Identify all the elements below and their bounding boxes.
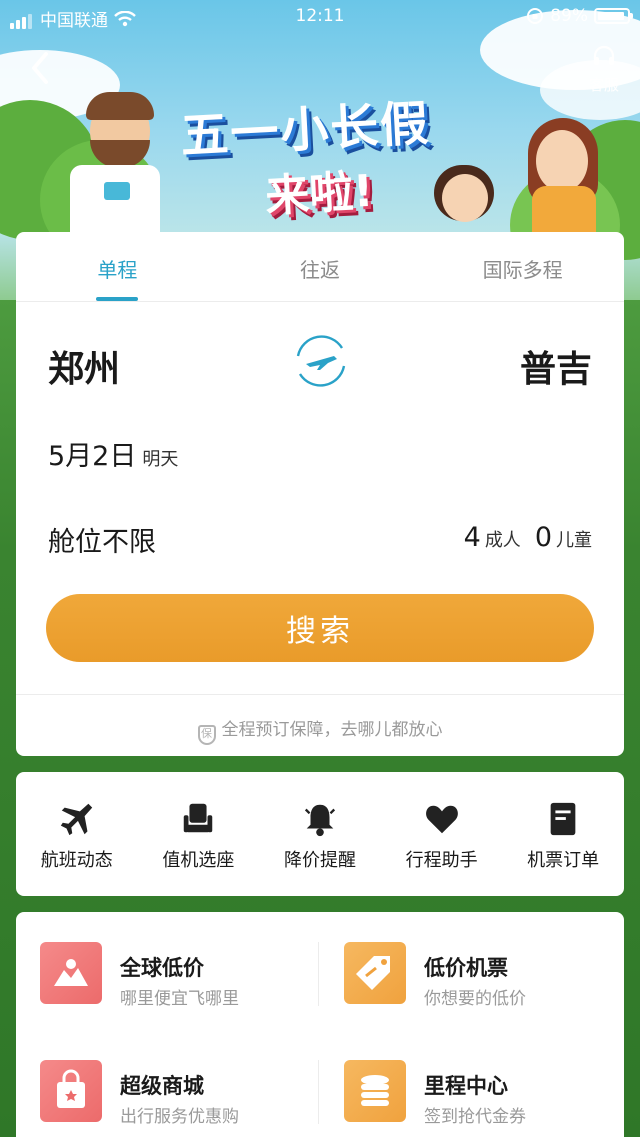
tag-icon [344,942,406,1004]
shield-icon: 保 [197,725,216,745]
status-bar: 中国联通 12:11 89% [0,0,640,34]
battery-icon [594,8,633,24]
service-super-mall[interactable]: 超级商城 出行服务优惠购 [16,1030,296,1127]
action-trip-assistant[interactable]: 行程助手 [381,800,503,896]
arrival-city[interactable]: 普吉 [520,340,592,392]
passenger-selector[interactable]: 4 成人 0 儿童 [450,522,592,553]
shopping-bag-icon [40,1060,102,1122]
service-label: 客服 [588,76,619,94]
tab-multi-city[interactable]: 国际多程 [421,232,624,301]
service-subtitle: 哪里便宜飞哪里 [120,989,239,1009]
headset-icon [593,45,615,65]
cabin-class-selector[interactable]: 舱位不限 [48,520,156,559]
promo-title: 五一小长假 来啦! [179,95,432,223]
route-selector: 郑州 普吉 [16,302,624,422]
plane-icon [60,803,92,836]
departure-date: 5月2日 [48,441,137,472]
adult-count: 4 [463,522,481,553]
service-title: 里程中心 [424,1074,508,1098]
heart-icon [425,805,458,834]
back-button[interactable] [22,48,62,88]
search-button[interactable]: 搜索 [46,594,594,662]
action-check-in[interactable]: 值机选座 [138,800,260,896]
cabin-passenger-row: 舱位不限 4 成人 0 儿童 [48,520,592,559]
service-subtitle: 签到抢代金券 [424,1107,526,1127]
cartoon-woman [536,130,588,192]
airplane-swap-icon [296,335,346,387]
quick-actions: 航班动态 值机选座 降价提醒 行程助手 机票订单 [16,772,624,896]
customer-service-button[interactable]: 客服 [582,44,626,95]
orientation-lock-icon [527,8,544,24]
coins-icon [344,1060,406,1122]
service-title: 超级商城 [120,1074,204,1098]
divider [318,942,319,1006]
date-selector[interactable]: 5月2日 明天 [48,434,178,473]
service-mileage-center[interactable]: 里程中心 签到抢代金券 [320,1030,600,1127]
action-label: 行程助手 [405,850,478,871]
action-ticket-orders[interactable]: 机票订单 [502,800,624,896]
tab-one-way[interactable]: 单程 [16,232,219,301]
document-icon [550,802,576,836]
service-subtitle: 你想要的低价 [424,989,526,1009]
adult-label: 成人 [484,530,521,551]
service-global-low-price[interactable]: 全球低价 哪里便宜飞哪里 [16,912,296,1009]
bell-icon [304,804,336,837]
booking-guarantee: 保全程预订保障，去哪儿都放心 [16,694,624,756]
action-label: 降价提醒 [283,850,356,871]
service-cheap-tickets[interactable]: 低价机票 你想要的低价 [320,912,600,1009]
departure-city[interactable]: 郑州 [48,340,120,392]
child-label: 儿童 [556,530,592,551]
flight-search-card: 单程 往返 国际多程 郑州 普吉 5月2日 明天 舱位不限 4 成人 0 儿童 搜索 保… [16,232,624,756]
map-icon [40,942,102,1004]
service-title: 全球低价 [120,956,204,980]
trip-type-tabs: 单程 往返 国际多程 [16,232,624,302]
battery-percent: 89% [550,6,588,26]
action-label: 机票订单 [527,850,600,871]
action-flight-status[interactable]: 航班动态 [16,800,138,896]
action-price-alert[interactable]: 降价提醒 [259,800,381,896]
action-label: 航班动态 [40,850,113,871]
service-title: 低价机票 [424,956,508,980]
guarantee-text: 全程预订保障，去哪儿都放心 [221,720,443,740]
tab-round-trip[interactable]: 往返 [219,232,422,301]
service-subtitle: 出行服务优惠购 [120,1107,239,1127]
relative-day: 明天 [142,449,179,470]
divider [318,1060,319,1124]
seat-icon [184,803,213,833]
child-count: 0 [534,522,552,553]
action-label: 值机选座 [162,850,235,871]
swap-cities-button[interactable] [290,330,352,392]
services-grid: 全球低价 哪里便宜飞哪里 低价机票 你想要的低价 超级商城 出行服务优惠购 里程… [16,912,624,1137]
chevron-left-icon [32,52,48,84]
